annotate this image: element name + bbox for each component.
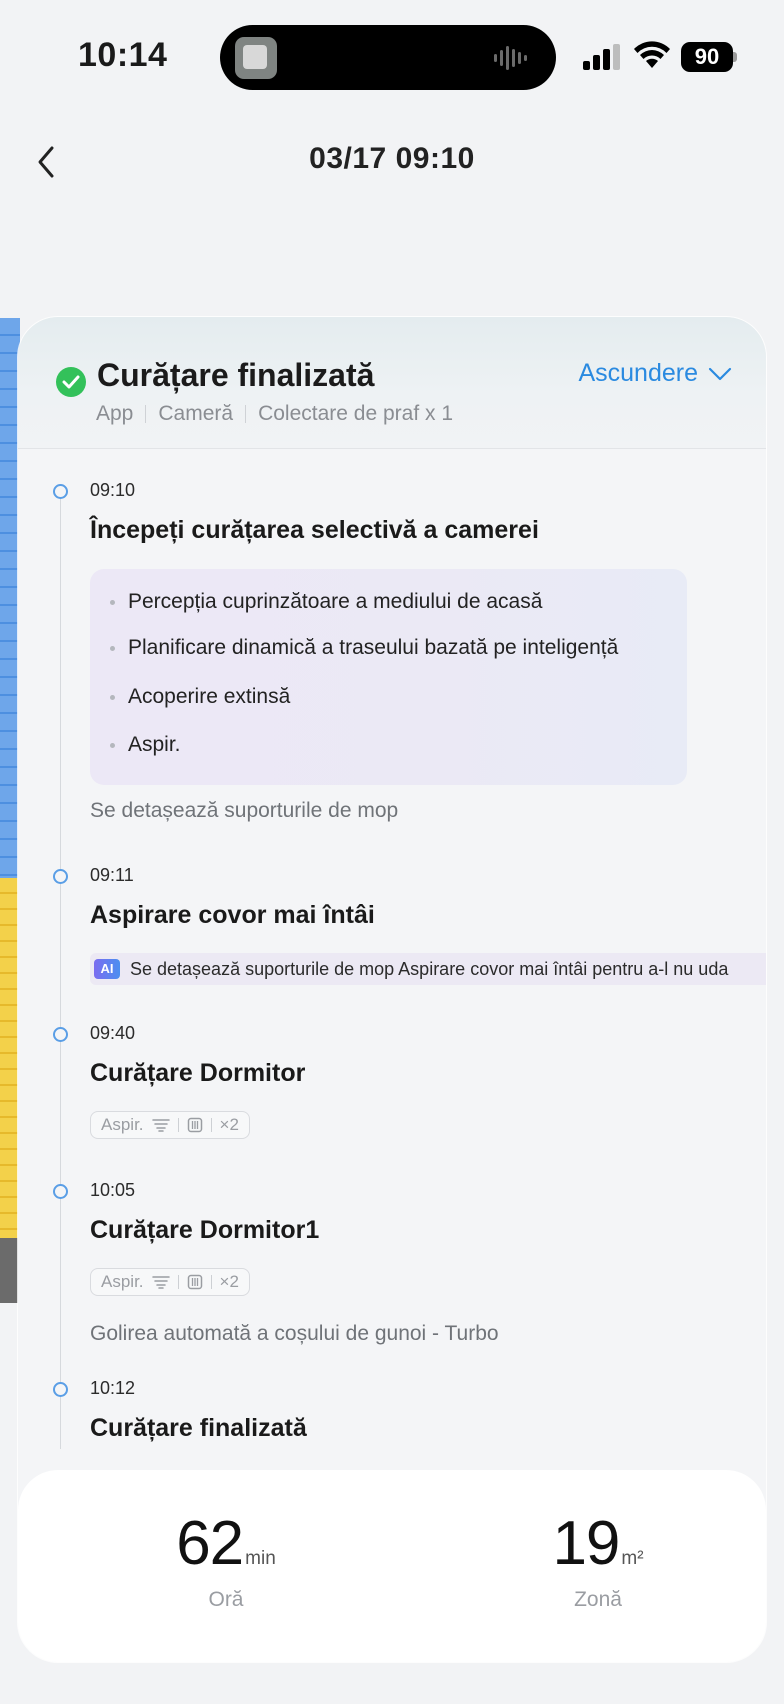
check-circle-icon: [56, 367, 86, 397]
suction-icon: [151, 1276, 170, 1289]
collapse-button[interactable]: Ascundere: [578, 359, 732, 388]
mop-pad-icon: [187, 1274, 202, 1290]
duration-unit: min: [245, 1548, 276, 1569]
map-room-dark: [0, 1238, 20, 1303]
timeline-dot: [53, 484, 68, 499]
record-tags: App Cameră Colectare de praf x 1: [96, 402, 453, 426]
cleaning-mode-chip: Aspir. ×2: [90, 1268, 250, 1296]
ai-badge: AI: [94, 959, 120, 979]
stat-area: 19 m² Zonă: [448, 1512, 748, 1612]
dynamic-island[interactable]: [220, 25, 556, 90]
event-time: 09:40: [90, 1023, 136, 1043]
area-value: 19: [552, 1509, 620, 1578]
wifi-icon: [634, 41, 670, 68]
page-title: 03/17 09:10: [309, 142, 475, 175]
event-time: 09:10: [90, 480, 136, 500]
chevron-down-icon: [708, 367, 732, 380]
event-title: Aspirare covor mai întâi: [90, 901, 375, 929]
chip-divider: [210, 1118, 212, 1132]
audio-wave-icon: [494, 46, 527, 70]
chip-divider: [177, 1275, 179, 1289]
chip-divider: [210, 1275, 212, 1289]
suction-icon: [151, 1119, 170, 1132]
feature-item: Acoperire extinsă: [110, 685, 290, 709]
feature-list-box: Percepția cuprinzătoare a mediului de ac…: [90, 569, 687, 785]
tag-source: App: [96, 402, 134, 425]
feature-item: Percepția cuprinzătoare a mediului de ac…: [110, 590, 542, 614]
ai-tip-row: AI Se detașează suporturile de mop Aspir…: [90, 953, 766, 985]
timeline-dot: [53, 1027, 68, 1042]
event-timeline[interactable]: 09:10 Începeți curățarea selectivă a cam…: [18, 449, 766, 1449]
status-bar: 10:14 90: [0, 0, 784, 110]
stat-duration: 62 min Oră: [76, 1512, 376, 1612]
map-background: [0, 318, 20, 1303]
collapse-label: Ascundere: [578, 359, 698, 387]
event-note: Golirea automată a coșului de gunoi - Tu…: [90, 1322, 499, 1345]
timeline-line: [60, 485, 61, 1449]
cleaning-record-card: Curățare finalizată Ascundere App Cameră…: [18, 317, 766, 1662]
cellular-signal-icon: [583, 44, 620, 70]
chip-passes: ×2: [219, 1272, 239, 1291]
now-playing-thumbnail: [235, 37, 277, 79]
cleaning-mode-chip: Aspir. ×2: [90, 1111, 250, 1139]
ai-tip-text: Se detașează suporturile de mop Aspirare…: [130, 958, 729, 979]
event-title: Curățare Dormitor: [90, 1059, 306, 1087]
tag-dust: Colectare de praf x 1: [258, 402, 454, 425]
event-note: Se detașează suporturile de mop: [90, 799, 399, 822]
duration-label: Oră: [208, 1588, 244, 1611]
feature-item: Aspir.: [110, 733, 181, 757]
event-title: Curățare Dormitor1: [90, 1216, 320, 1244]
chip-divider: [177, 1118, 179, 1132]
tag-divider: [145, 405, 147, 423]
tag-mode: Cameră: [158, 402, 234, 425]
tag-divider: [245, 405, 247, 423]
timeline-dot: [53, 1184, 68, 1199]
mop-pad-icon: [187, 1117, 202, 1133]
area-label: Zonă: [574, 1588, 622, 1611]
chip-passes: ×2: [219, 1115, 239, 1134]
record-status-title: Curățare finalizată: [97, 357, 375, 393]
event-time: 09:11: [90, 865, 134, 885]
event-time: 10:05: [90, 1180, 136, 1200]
event-title: Începeți curățarea selectivă a camerei: [90, 516, 539, 544]
timeline-dot: [53, 869, 68, 884]
battery-level: 90: [681, 42, 733, 72]
battery-tip: [733, 52, 737, 62]
chip-mode: Aspir.: [101, 1115, 144, 1134]
status-time: 10:14: [78, 36, 168, 74]
duration-value: 62: [176, 1509, 244, 1578]
timeline-dot: [53, 1382, 68, 1397]
area-unit: m²: [621, 1548, 644, 1569]
event-time: 10:12: [90, 1378, 136, 1398]
map-room-blue: [0, 318, 20, 878]
battery-indicator: 90: [681, 42, 737, 72]
chip-mode: Aspir.: [101, 1272, 144, 1291]
record-header: Curățare finalizată Ascundere App Cameră…: [18, 317, 766, 449]
stats-panel: 62 min Oră 19 m² Zonă: [18, 1470, 766, 1662]
event-title: Curățare finalizată: [90, 1414, 307, 1442]
feature-item: Planificare dinamică a traseului bazată …: [110, 636, 618, 660]
